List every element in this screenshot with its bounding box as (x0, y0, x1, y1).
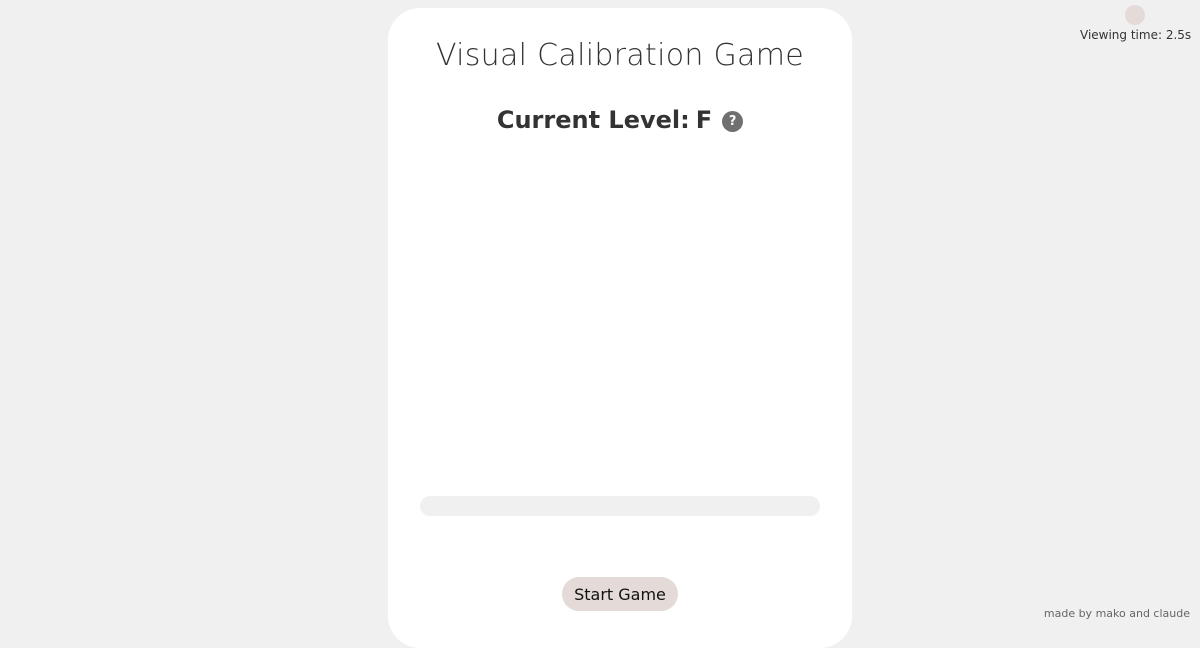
viewing-time-dot-icon[interactable] (1125, 5, 1145, 25)
stimulus-area (420, 168, 820, 478)
viewing-time-label: Viewing time: 2.5s (1080, 28, 1190, 42)
start-game-button[interactable]: Start Game (562, 577, 678, 611)
footer-credit: made by mako and claude (1044, 607, 1190, 620)
progress-bar (420, 496, 820, 516)
viewing-time-widget: Viewing time: 2.5s (1080, 5, 1190, 42)
game-title: Visual Calibration Game (388, 38, 852, 73)
current-level-label: Current Level: (497, 106, 690, 134)
question-mark-icon[interactable]: ? (722, 111, 743, 132)
game-card: Visual Calibration Game Current Level: F… (388, 8, 852, 648)
current-level-row: Current Level: F ? (388, 106, 852, 134)
current-level-value: F (696, 106, 712, 134)
